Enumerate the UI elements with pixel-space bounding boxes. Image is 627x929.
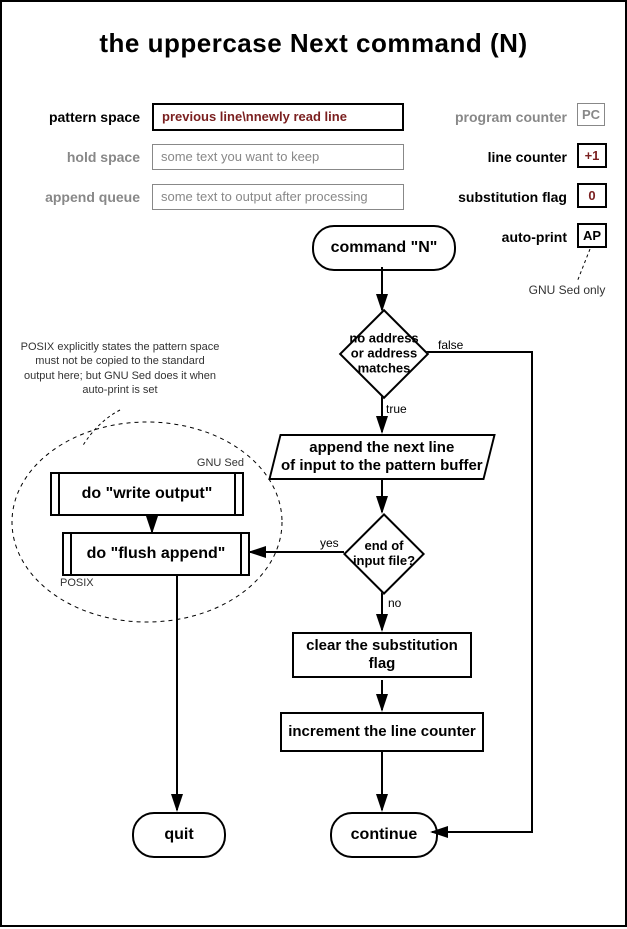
edge-yes: yes: [320, 536, 339, 550]
node-flush-append: do "flush append": [62, 532, 250, 576]
node-address-check-text: no addressor addressmatches: [345, 332, 423, 377]
node-quit: quit: [132, 812, 226, 858]
edge-true: true: [386, 402, 407, 416]
edge-no: no: [388, 596, 401, 610]
edge-false: false: [438, 338, 463, 352]
label-gnu-sed: GNU Sed: [184, 456, 244, 470]
node-write-output: do "write output": [50, 472, 244, 516]
node-continue: continue: [330, 812, 438, 858]
node-clear-flag: clear the substitutionflag: [292, 632, 472, 678]
label-posix: POSIX: [60, 576, 100, 590]
node-increment: increment the line counter: [280, 712, 484, 752]
diagram-page: the uppercase Next command (N) pattern s…: [0, 0, 627, 927]
node-append-line-text: append the next lineof input to the patt…: [281, 439, 483, 475]
note-posix: POSIX explicitly states the pattern spac…: [20, 340, 220, 397]
node-append-line: append the next lineof input to the patt…: [268, 434, 495, 480]
node-eof-check-text: end ofinput file?: [349, 539, 419, 569]
node-command: command "N": [312, 225, 456, 271]
